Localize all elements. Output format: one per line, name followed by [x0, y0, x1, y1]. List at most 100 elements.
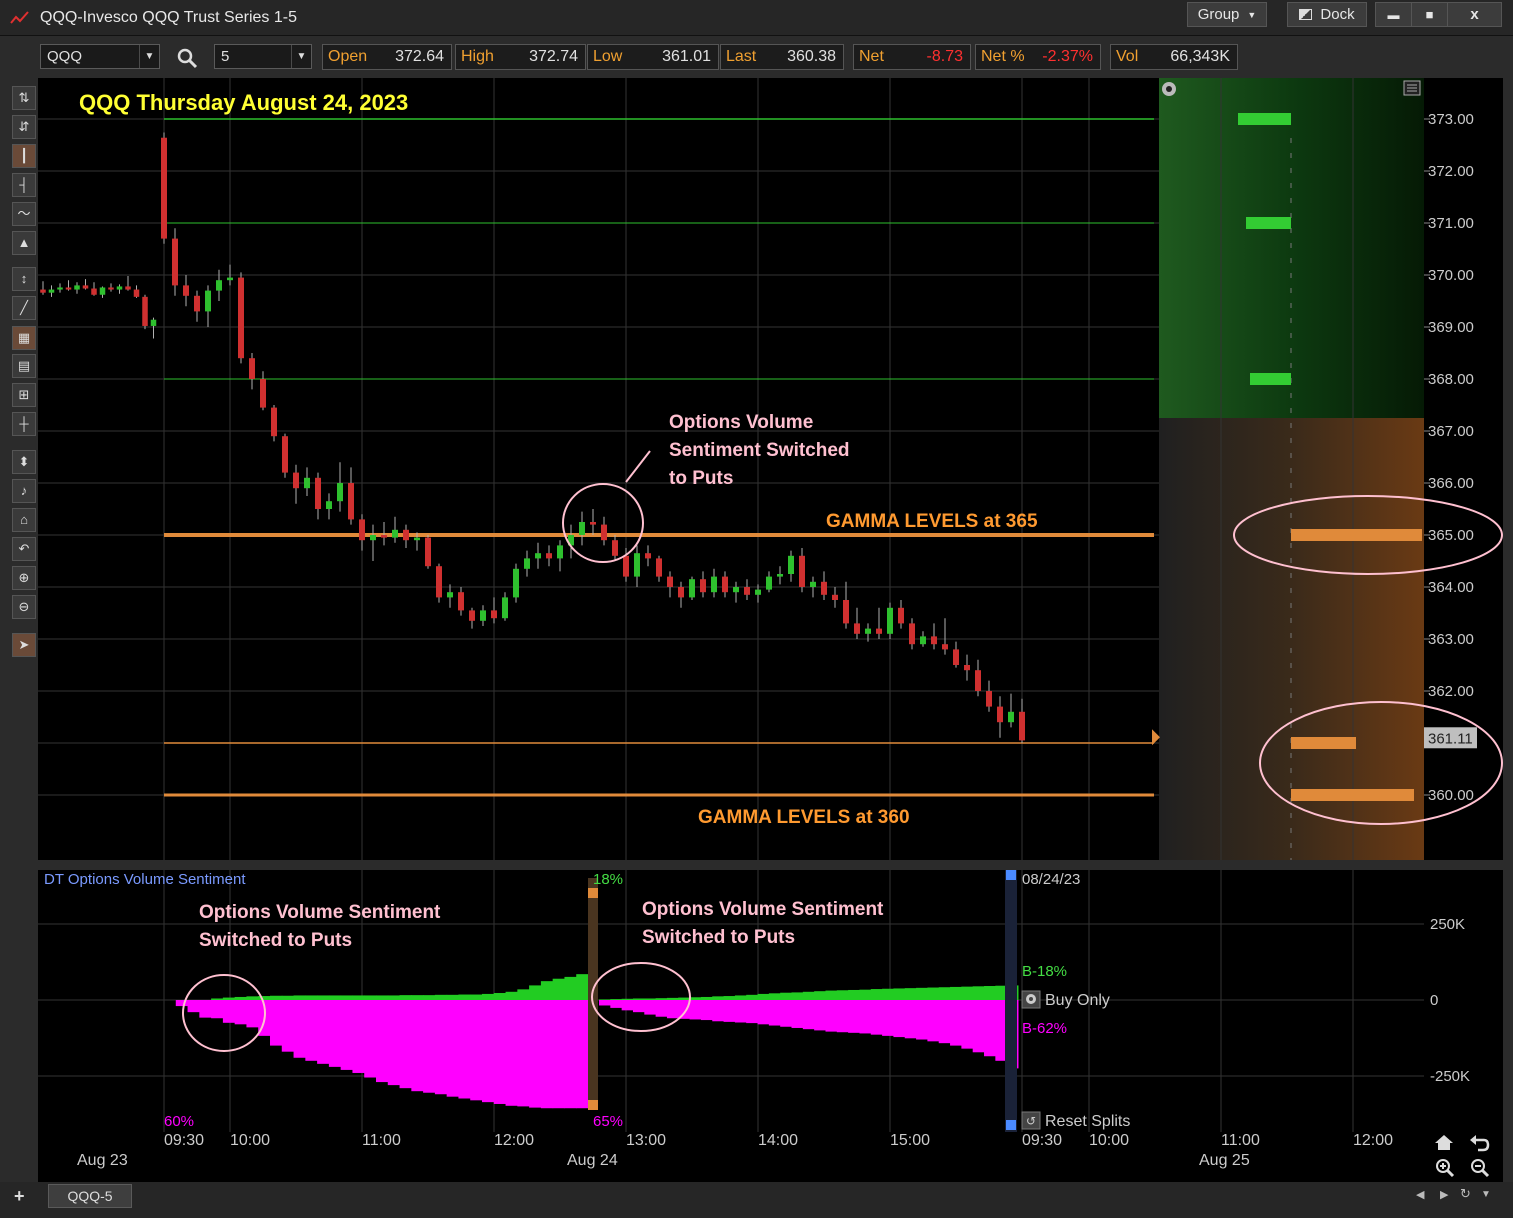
- put-bar: [529, 1000, 542, 1108]
- buy-only-label[interactable]: Buy Only: [1045, 992, 1110, 1009]
- dock-button[interactable]: Dock: [1287, 2, 1367, 27]
- gamma-360-label: GAMMA LEVELS at 360: [698, 807, 910, 828]
- put-bar: [836, 1000, 849, 1033]
- pointer-icon[interactable]: ➤: [12, 633, 36, 657]
- call-bar: [387, 995, 401, 1000]
- group-button[interactable]: Group ▼: [1187, 2, 1267, 27]
- order-tool-icon[interactable]: ⇅: [12, 86, 36, 110]
- search-icon[interactable]: [176, 47, 198, 69]
- quote-label: Open: [328, 48, 368, 65]
- tab-label: QQQ-5: [67, 1188, 113, 1204]
- chevron-down-icon[interactable]: ▼: [291, 45, 311, 68]
- menu-icon[interactable]: [1403, 80, 1421, 96]
- quick-order-icon[interactable]: ⇵: [12, 115, 36, 139]
- put-bar: [825, 1000, 838, 1032]
- quote-last: Last 360.38: [720, 44, 844, 70]
- put-bar: [517, 1000, 530, 1107]
- put-bar: [791, 1000, 804, 1028]
- sentiment-note-line: to Puts: [669, 468, 733, 489]
- bar-chart-icon[interactable]: ┤: [12, 173, 36, 197]
- interval-select[interactable]: 5 ▼: [214, 44, 312, 69]
- put-bar: [859, 1000, 872, 1034]
- reset-splits-icon[interactable]: ↺: [1021, 1111, 1041, 1130]
- close-button[interactable]: x: [1447, 2, 1502, 27]
- trendline-icon[interactable]: ╱: [12, 296, 36, 320]
- price-tick-label: 363.00: [1428, 631, 1474, 648]
- zoom-out-icon[interactable]: ⊖: [12, 595, 36, 619]
- symbol-input[interactable]: QQQ ▼: [40, 44, 160, 69]
- gear-icon[interactable]: [1162, 82, 1176, 96]
- put-bar: [882, 1000, 894, 1036]
- call-bar: [655, 998, 668, 1000]
- put-bar: [470, 1000, 483, 1101]
- home-icon[interactable]: ⌂: [12, 508, 36, 532]
- area-chart-icon[interactable]: ▲: [12, 231, 36, 255]
- put-bar: [666, 1000, 679, 1019]
- reset-splits-label[interactable]: Reset Splits: [1045, 1113, 1130, 1130]
- undo-icon[interactable]: ↶: [12, 537, 36, 561]
- scroll-left-icon[interactable]: ◀: [1416, 1188, 1424, 1201]
- annotation-icon[interactable]: ♪: [12, 479, 36, 503]
- call-bar: [632, 998, 645, 1000]
- put-bar: [723, 1000, 736, 1022]
- svg-text:↺: ↺: [1026, 1114, 1036, 1128]
- crosshair-grid-icon[interactable]: ⊞: [12, 383, 36, 407]
- put-bar: [621, 1000, 634, 1011]
- pct-top-label: 18%: [593, 871, 623, 888]
- time-tick-label: 12:00: [494, 1132, 534, 1149]
- date-tick-label: Aug 23: [77, 1152, 128, 1169]
- quote-value: 372.74: [529, 48, 578, 65]
- put-bar: [610, 1000, 623, 1008]
- zoom-in-icon[interactable]: ⊕: [12, 566, 36, 590]
- table-icon[interactable]: ▤: [12, 354, 36, 378]
- add-tab-icon[interactable]: +: [14, 1186, 25, 1207]
- buy-only-gear-icon[interactable]: [1021, 990, 1041, 1009]
- put-bar: [814, 1000, 826, 1031]
- maximize-button[interactable]: ■: [1411, 2, 1448, 27]
- call-bar: [576, 974, 589, 1000]
- sentiment-note-left-line: Options Volume Sentiment: [199, 902, 441, 923]
- chart-svg[interactable]: 373.00 372.00 371.00 370.00 369.00 368.00 367.…: [38, 78, 1503, 1182]
- call-bar: [859, 989, 872, 1000]
- put-bar: [317, 1000, 330, 1064]
- line-chart-icon[interactable]: 〜: [12, 202, 36, 226]
- pct-bottom-left-label: 60%: [164, 1113, 194, 1130]
- refresh-icon[interactable]: ↻: [1460, 1186, 1471, 1202]
- call-bar: [222, 997, 236, 1000]
- grid-icon[interactable]: ▦: [12, 326, 36, 350]
- vertical-fit-icon[interactable]: ↕: [12, 267, 36, 291]
- candle: [887, 602, 893, 639]
- candlestick-icon[interactable]: ┃: [12, 144, 36, 168]
- call-bar: [644, 998, 657, 1000]
- b-green-label: B-18%: [1022, 963, 1067, 980]
- put-bar: [175, 1000, 189, 1007]
- sentiment-note-line: Options Volume: [669, 412, 813, 433]
- put-bar: [458, 1000, 471, 1099]
- put-bar: [802, 1000, 815, 1030]
- put-bar: [234, 1000, 247, 1025]
- gamma-put-bar: [1291, 737, 1356, 749]
- call-bar: [621, 998, 634, 1000]
- put-bar: [655, 1000, 668, 1017]
- gamma-call-bar: [1238, 113, 1291, 125]
- draw-tool-icon[interactable]: ⬍: [12, 450, 36, 474]
- chevron-down-icon[interactable]: ▼: [139, 45, 159, 68]
- call-bar: [293, 995, 306, 1000]
- quote-net: Net % -2.37%: [975, 44, 1101, 70]
- minimize-button[interactable]: ▬: [1375, 2, 1412, 27]
- sentiment-note-right-line: Switched to Puts: [642, 927, 795, 948]
- quote-label: Last: [726, 48, 757, 65]
- put-bar: [780, 1000, 793, 1027]
- scroll-right-icon[interactable]: ▶: [1440, 1188, 1448, 1201]
- chevron-down-icon[interactable]: ▼: [1481, 1189, 1491, 1200]
- put-bar: [599, 1000, 611, 1006]
- time-tick-label: 10:00: [230, 1132, 270, 1149]
- tab-qqq-5[interactable]: QQQ-5: [48, 1184, 132, 1208]
- cursor-line-icon[interactable]: ┼: [12, 412, 36, 436]
- call-bar: [746, 994, 759, 1000]
- put-bar: [904, 1000, 917, 1039]
- call-bar: [961, 986, 974, 1000]
- sentiment-scale-label: 250K: [1430, 916, 1465, 933]
- chart-area: 373.00 372.00 371.00 370.00 369.00 368.00 367.…: [38, 78, 1503, 1182]
- put-bar: [328, 1000, 342, 1067]
